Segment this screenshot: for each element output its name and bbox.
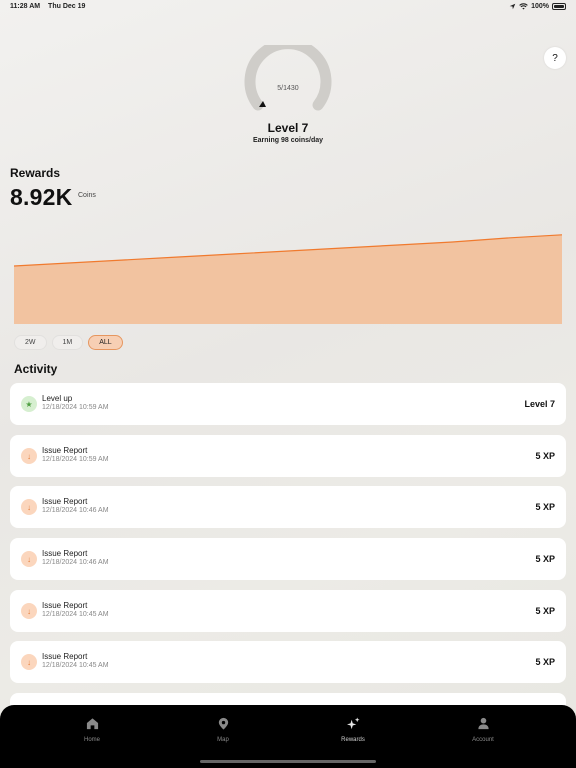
map-pin-icon — [218, 717, 228, 730]
star-icon: ★ — [21, 396, 37, 412]
item-time: 12/18/2024 10:45 AM — [42, 662, 109, 669]
item-name: Issue Report — [42, 549, 88, 558]
battery-percent: 100% — [531, 3, 549, 10]
activity-title: Activity — [14, 362, 58, 376]
rewards-title: Rewards — [10, 166, 61, 180]
tab-rewards[interactable]: Rewards — [313, 717, 393, 743]
list-item[interactable]: ★ Level up 12/18/2024 10:59 AM Level 7 — [10, 383, 566, 425]
arrow-down-icon: ↓ — [21, 654, 37, 670]
item-time: 12/18/2024 10:45 AM — [42, 611, 109, 618]
home-indicator — [200, 760, 376, 763]
tab-map-label: Map — [217, 737, 229, 743]
list-item[interactable]: ↓ Issue Report 12/18/2024 10:59 AM 5 XP — [10, 435, 566, 477]
status-date: Thu Dec 19 — [48, 3, 86, 10]
level-subtitle: Earning 98 coins/day — [252, 137, 324, 144]
tab-home-label: Home — [83, 737, 100, 743]
item-name: Issue Report — [42, 601, 88, 610]
help-button[interactable]: ? — [544, 47, 566, 69]
list-item[interactable]: ↓ Issue Report 12/18/2024 10:45 AM 5 XP — [10, 590, 566, 632]
range-tabs: 2W 1M ALL — [14, 335, 123, 350]
item-name: Issue Report — [42, 446, 88, 455]
arrow-down-icon: ↓ — [21, 603, 37, 619]
item-name: Level up — [42, 394, 73, 403]
tab-rewards-label: Rewards — [341, 737, 365, 743]
tab-account-label: Account — [472, 737, 494, 743]
item-time: 12/18/2024 10:59 AM — [42, 404, 109, 411]
item-value: 5 XP — [535, 451, 555, 461]
location-icon — [509, 3, 516, 10]
tab-bar: Home Map Rewards Account — [0, 705, 576, 768]
level-title: Level 7 — [267, 121, 309, 135]
arrow-down-icon: ↓ — [21, 551, 37, 567]
gauge-progress-text: 5/1430 — [277, 85, 299, 92]
item-value: 5 XP — [535, 554, 555, 564]
tab-map[interactable]: Map — [183, 717, 263, 743]
list-item[interactable]: ↓ Issue Report 12/18/2024 10:45 AM 5 XP — [10, 641, 566, 683]
item-name: Issue Report — [42, 497, 88, 506]
wifi-icon — [519, 3, 528, 10]
item-value: 5 XP — [535, 502, 555, 512]
item-value: Level 7 — [524, 399, 555, 409]
item-value: 5 XP — [535, 606, 555, 616]
item-time: 12/18/2024 10:59 AM — [42, 456, 109, 463]
rewards-chart — [14, 234, 562, 324]
chart-area — [14, 234, 562, 324]
gauge-arc — [244, 38, 332, 111]
level-progress-gauge: 5/1430 — [243, 38, 333, 117]
help-label: ? — [552, 52, 558, 64]
person-icon — [477, 717, 489, 730]
list-item[interactable]: ↓ Issue Report 12/18/2024 10:46 AM 5 XP — [10, 538, 566, 580]
status-time: 11:28 AM — [10, 3, 41, 10]
range-tab-all[interactable]: ALL — [88, 335, 123, 350]
item-name: Issue Report — [42, 652, 88, 661]
status-bar: 11:28 AM Thu Dec 19 100% — [0, 0, 576, 14]
item-time: 12/18/2024 10:46 AM — [42, 507, 109, 514]
arrow-down-icon: ↓ — [21, 448, 37, 464]
item-time: 12/18/2024 10:46 AM — [42, 559, 109, 566]
item-value: 5 XP — [535, 657, 555, 667]
arrow-down-icon: ↓ — [21, 499, 37, 515]
coins-unit: Coins — [78, 192, 96, 199]
sparkles-icon — [346, 717, 360, 730]
list-item[interactable]: ↓ Issue Report 12/18/2024 10:46 AM 5 XP — [10, 486, 566, 528]
tab-account[interactable]: Account — [443, 717, 523, 743]
battery-icon — [552, 3, 566, 10]
range-tab-2w[interactable]: 2W — [14, 335, 47, 350]
coins-value: 8.92K — [10, 184, 73, 210]
home-icon — [86, 718, 98, 730]
tab-home[interactable]: Home — [52, 717, 132, 743]
range-tab-1m[interactable]: 1M — [51, 335, 84, 350]
